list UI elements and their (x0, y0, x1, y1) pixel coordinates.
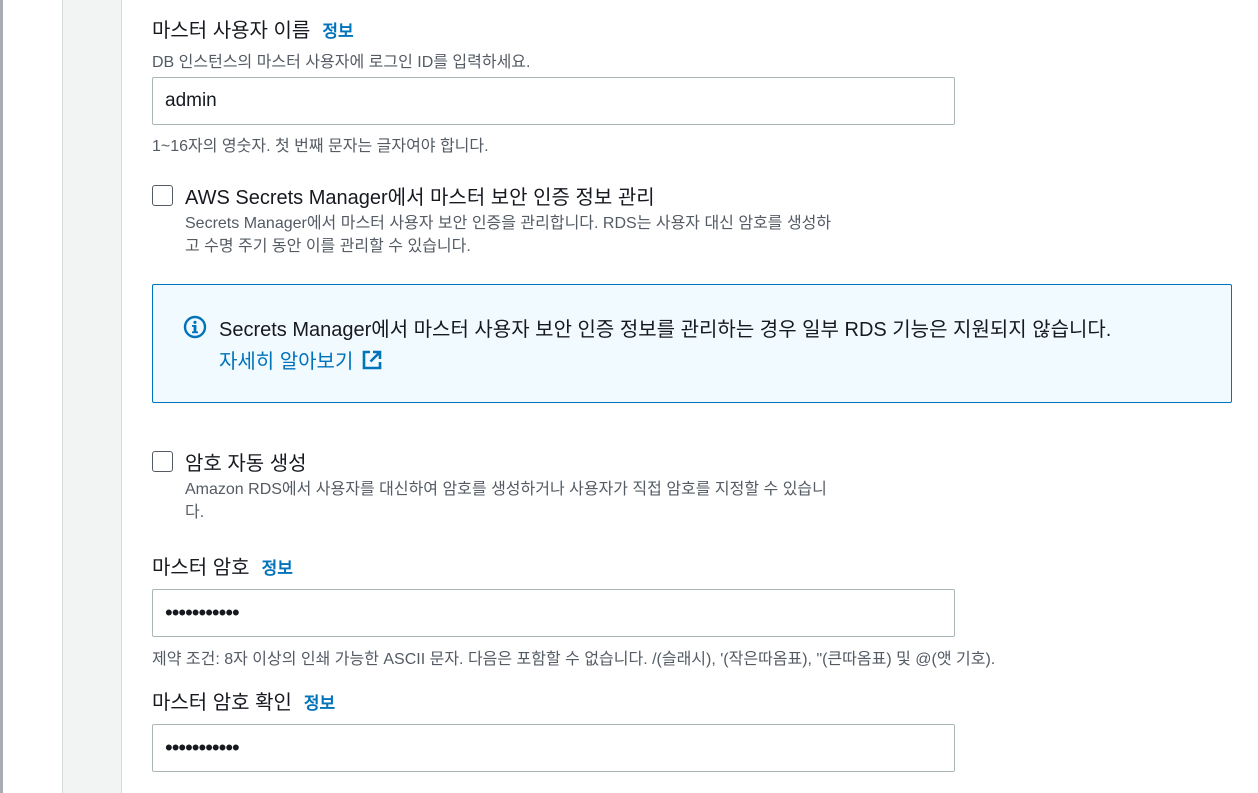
username-info-link[interactable]: 정보 (322, 22, 353, 41)
secrets-manager-description: Secrets Manager에서 마스터 사용자 보안 인증을 관리합니다. … (185, 212, 965, 258)
username-description: DB 인스턴스의 마스터 사용자에 로그인 ID를 입력하세요. (152, 54, 531, 71)
side-panel-strip (62, 0, 122, 793)
master-password-constraint: 제약 조건: 8자 이상의 인쇄 가능한 ASCII 문자. 다음은 포함할 수… (152, 651, 996, 668)
username-constraint: 1~16자의 영숫자. 첫 번째 문자는 글자여야 합니다. (152, 138, 489, 155)
auto-generate-description-line1: Amazon RDS에서 사용자를 대신하여 암호를 생성하거나 사용자가 직접… (185, 481, 827, 498)
master-password-label-row: 마스터 암호 정보 (152, 551, 293, 580)
master-password-input[interactable]: ••••••••••• (152, 589, 955, 637)
master-password-masked-value: ••••••••••• (165, 600, 240, 625)
auto-generate-password-label[interactable]: 암호 자동 생성 (185, 447, 307, 476)
secrets-manager-description-line1: Secrets Manager에서 마스터 사용자 보안 인증을 관리합니다. … (185, 215, 832, 232)
learn-more-link[interactable]: 자세히 알아보기 (219, 345, 383, 374)
auto-generate-password-checkbox[interactable] (152, 451, 173, 472)
auto-generate-description-line2: 다. (185, 504, 205, 521)
confirm-password-label-row: 마스터 암호 확인 정보 (152, 686, 335, 715)
master-password-label: 마스터 암호 (152, 557, 250, 579)
learn-more-link-text[interactable]: 자세히 알아보기 (219, 345, 353, 374)
master-password-info-link[interactable]: 정보 (262, 559, 293, 578)
external-link-icon (361, 349, 383, 371)
confirm-password-masked-value: ••••••••••• (165, 735, 240, 760)
page-gutter (3, 0, 62, 793)
secrets-manager-label[interactable]: AWS Secrets Manager에서 마스터 보안 인증 정보 관리 (185, 181, 655, 210)
info-circle-icon (183, 315, 207, 344)
username-input[interactable]: admin (152, 77, 955, 125)
info-alert-message: Secrets Manager에서 마스터 사용자 보안 인증 정보를 관리하는… (219, 319, 1112, 341)
info-alert: Secrets Manager에서 마스터 사용자 보안 인증 정보를 관리하는… (152, 284, 1232, 403)
username-input-value: admin (165, 90, 217, 111)
username-label: 마스터 사용자 이름 (152, 20, 311, 42)
secrets-manager-checkbox[interactable] (152, 185, 173, 206)
confirm-password-label: 마스터 암호 확인 (152, 692, 292, 714)
confirm-password-info-link[interactable]: 정보 (304, 694, 335, 713)
credentials-settings-form: 마스터 사용자 이름 정보 DB 인스턴스의 마스터 사용자에 로그인 ID를 입… (152, 0, 1252, 793)
username-label-row: 마스터 사용자 이름 정보 (152, 14, 354, 43)
secrets-manager-description-line2: 고 수명 주기 동안 이를 관리할 수 있습니다. (185, 238, 471, 255)
confirm-password-input[interactable]: ••••••••••• (152, 724, 955, 772)
auto-generate-password-description: Amazon RDS에서 사용자를 대신하여 암호를 생성하거나 사용자가 직접… (185, 478, 965, 524)
